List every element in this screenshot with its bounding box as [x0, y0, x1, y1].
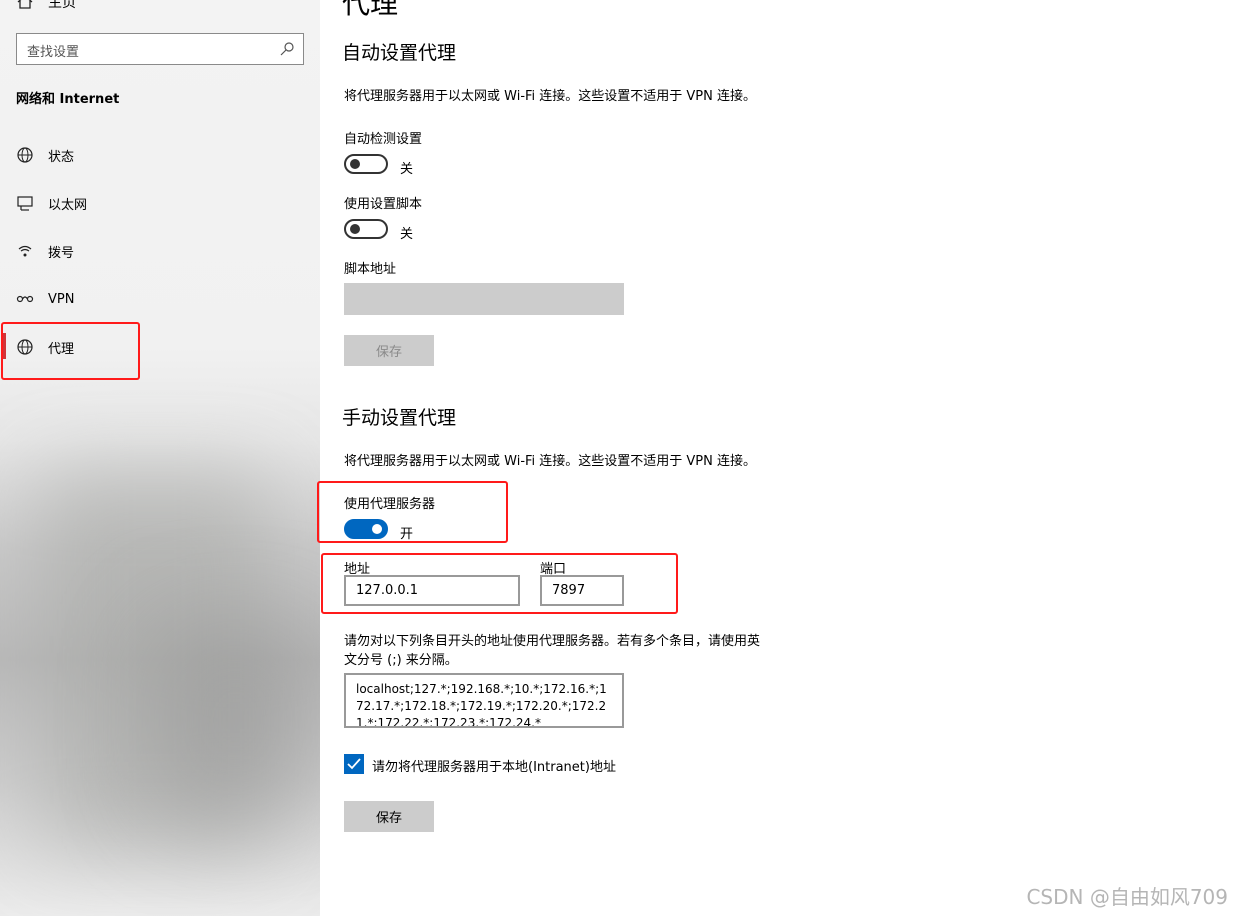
- exceptions-note-line1: 请勿对以下列条目开头的地址使用代理服务器。若有多个条目，请使用英: [344, 634, 761, 649]
- search-placeholder: 查找设置: [27, 45, 80, 60]
- manual-save-button[interactable]: 保存: [344, 801, 434, 832]
- exceptions-note-line2: 文分号 (;) 来分隔。: [344, 653, 458, 668]
- bypass-local-label: 请勿将代理服务器用于本地(Intranet)地址: [372, 760, 616, 775]
- sidebar-item-dialup[interactable]: 拨号: [16, 239, 74, 263]
- ethernet-icon: [17, 196, 33, 211]
- script-address-label: 脚本地址: [344, 262, 397, 277]
- sidebar-home[interactable]: 主页: [16, 0, 76, 12]
- script-address-field[interactable]: [344, 283, 624, 315]
- section-title: 网络和 Internet: [16, 92, 120, 107]
- highlight-box-address-port: [321, 553, 678, 614]
- main-panel: 代理 自动设置代理 将代理服务器用于以太网或 Wi-Fi 连接。这些设置不适用于…: [317, 0, 1234, 916]
- dialup-icon: [18, 245, 32, 257]
- sidebar-item-label: VPN: [48, 291, 75, 307]
- auto-detect-toggle[interactable]: [344, 154, 388, 174]
- setup-script-label: 使用设置脚本: [344, 197, 423, 212]
- sidebar-home-label: 主页: [48, 0, 76, 11]
- manual-proxy-heading: 手动设置代理: [342, 407, 457, 429]
- vpn-icon: [16, 295, 34, 303]
- home-icon: [17, 0, 33, 9]
- watermark: CSDN @自由如风709: [1026, 885, 1228, 909]
- sidebar-item-label: 拨号: [48, 245, 75, 261]
- search-icon: [280, 42, 294, 56]
- setup-script-state: 关: [400, 227, 414, 242]
- sidebar-item-vpn[interactable]: VPN: [16, 287, 74, 311]
- sidebar-item-status[interactable]: 状态: [16, 143, 74, 167]
- highlight-box-use-proxy: [317, 481, 508, 543]
- search-input[interactable]: 查找设置: [16, 33, 304, 65]
- sidebar-item-label: 状态: [48, 149, 75, 165]
- auto-proxy-heading: 自动设置代理: [342, 42, 457, 64]
- setup-script-toggle[interactable]: [344, 219, 388, 239]
- auto-detect-state: 关: [400, 162, 414, 177]
- sidebar: 主页 查找设置 网络和 Internet 状态 以太网 拨号 VPN 代理: [0, 0, 320, 916]
- page-title: 代理: [342, 0, 399, 20]
- manual-proxy-description: 将代理服务器用于以太网或 Wi-Fi 连接。这些设置不适用于 VPN 连接。: [344, 454, 757, 469]
- exceptions-textarea[interactable]: localhost;127.*;192.168.*;10.*;172.16.*;…: [344, 673, 624, 728]
- globe-status-icon: [17, 147, 33, 163]
- sidebar-item-ethernet[interactable]: 以太网: [16, 191, 87, 215]
- auto-save-button[interactable]: 保存: [344, 335, 434, 366]
- auto-detect-label: 自动检测设置: [344, 132, 423, 147]
- auto-proxy-description: 将代理服务器用于以太网或 Wi-Fi 连接。这些设置不适用于 VPN 连接。: [344, 89, 757, 104]
- highlight-box-proxy: [1, 322, 140, 380]
- checkmark-icon: [347, 758, 361, 770]
- bypass-local-checkbox[interactable]: [344, 754, 364, 774]
- sidebar-item-label: 以太网: [48, 197, 88, 213]
